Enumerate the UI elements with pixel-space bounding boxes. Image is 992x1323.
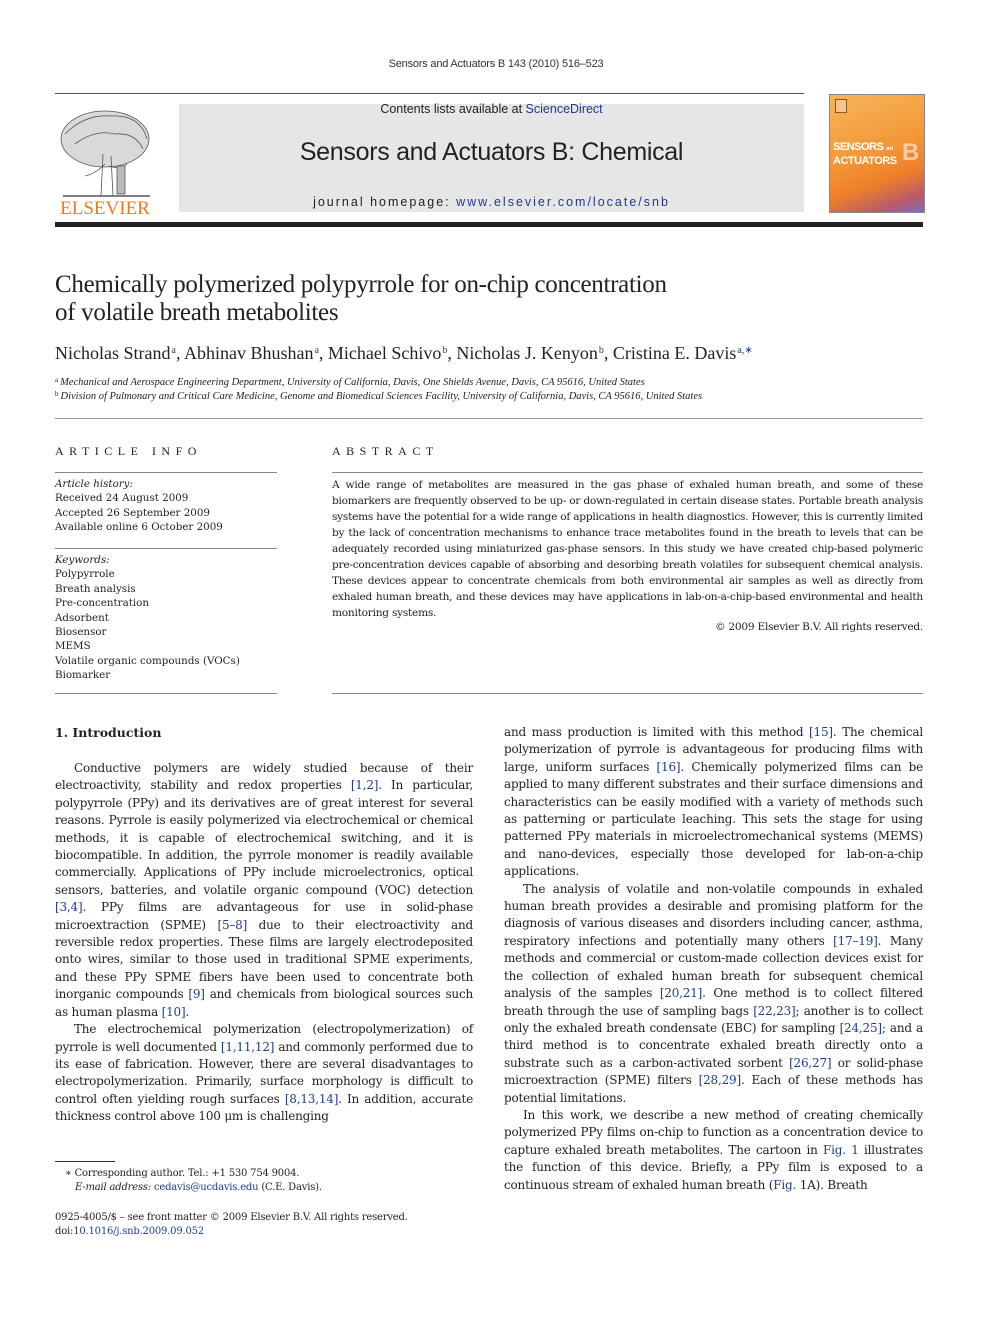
homepage-link[interactable]: www.elsevier.com/locate/snb: [456, 195, 670, 209]
body-text: and mass production is limited with this…: [504, 725, 810, 739]
citation-link[interactable]: Fig. 1: [823, 1143, 859, 1157]
sciencedirect-link[interactable]: ScienceDirect: [526, 102, 603, 116]
keywords-label: Keywords:: [55, 554, 110, 566]
citation-link[interactable]: [20,21]: [660, 986, 703, 1000]
body-text: .: [185, 1004, 190, 1019]
body-paragraph: The analysis of volatile and non-volatil…: [504, 881, 923, 1107]
tree-icon: ELSEVIER: [60, 110, 150, 219]
contents-prefix: Contents lists available at: [380, 102, 526, 116]
journal-title: Sensors and Actuators B: Chemical: [299, 138, 684, 166]
author[interactable]: Nicholas Stranda: [55, 343, 176, 363]
author[interactable]: Michael Schivob: [328, 343, 447, 363]
history-accepted: Accepted 26 September 2009: [55, 506, 210, 519]
citation-link[interactable]: [10]: [162, 1005, 186, 1019]
author[interactable]: Nicholas J. Kenyonb: [456, 343, 603, 363]
divider: [332, 693, 923, 694]
abstract-heading: ABSTRACT: [332, 444, 439, 458]
body-paragraph: The electrochemical polymerization (elec…: [55, 1021, 473, 1125]
citation-link[interactable]: [26,27]: [789, 1056, 832, 1070]
keyword: Pre-concentration: [55, 597, 149, 610]
citation-link[interactable]: [9]: [188, 987, 205, 1001]
article-history: Article history: Received 24 August 2009…: [55, 477, 277, 535]
history-label: Article history:: [55, 478, 133, 490]
divider: [55, 693, 277, 694]
keyword: Polypyrrole: [55, 568, 115, 581]
affiliation-b: b Division of Pulmonary and Critical Care…: [55, 390, 703, 402]
section-heading-introduction: 1. Introduction: [55, 725, 162, 740]
citation-link[interactable]: [3,4]: [55, 900, 83, 914]
front-matter-note: 0925-4005/$ – see front matter © 2009 El…: [55, 1212, 408, 1223]
keyword: Biosensor: [55, 626, 107, 639]
citation-link[interactable]: [28,29]: [699, 1073, 742, 1087]
publisher-mini-logo-icon: [835, 99, 847, 113]
corresponding-author-note: ∗ Corresponding author. Tel.: +1 530 754…: [65, 1168, 300, 1179]
keyword: Breath analysis: [55, 582, 136, 595]
history-received: Received 24 August 2009: [55, 492, 189, 505]
citation-link[interactable]: [15]: [809, 725, 833, 739]
footnote-rule: [55, 1161, 115, 1162]
elsevier-wordmark: ELSEVIER: [60, 198, 150, 216]
running-head: Sensors and Actuators B 143 (2010) 516–5…: [388, 58, 604, 70]
keyword: Biomarker: [55, 669, 111, 682]
body-column-left: Conductive polymers are widely studied b…: [55, 760, 473, 1126]
abstract-text: A wide range of metabolites are measured…: [332, 479, 923, 619]
citation-link[interactable]: [1,2]: [351, 778, 379, 792]
author-list: Nicholas Stranda, Abhinav Bhushana, Mich…: [55, 343, 753, 363]
divider: [55, 472, 277, 473]
keyword: Adsorbent: [55, 611, 109, 624]
body-paragraph: Conductive polymers are widely studied b…: [55, 760, 473, 1021]
keyword: MEMS: [55, 640, 91, 653]
body-text: 1A). Breath: [796, 1177, 868, 1192]
citation-link[interactable]: [24,25]: [840, 1021, 883, 1035]
email-note: E-mail address: cedavis@ucdavis.edu (C.E…: [55, 1182, 505, 1193]
affiliation-a: a Mechanical and Aerospace Engineering De…: [55, 376, 645, 388]
keywords: Keywords: Polypyrrole Breath analysis Pr…: [55, 553, 277, 683]
divider: [332, 472, 923, 473]
author[interactable]: Cristina E. Davisa,∗: [613, 343, 753, 363]
body-column-right: and mass production is limited with this…: [504, 724, 923, 1194]
header-thick-rule: [55, 222, 923, 227]
body-paragraph: and mass production is limited with this…: [504, 724, 923, 881]
journal-homepage: journal homepage: www.elsevier.com/locat…: [179, 195, 804, 209]
body-text: . Chemically polymerized films can be ap…: [504, 759, 923, 879]
doi-prefix: doi:: [55, 1226, 74, 1237]
header-rule: [55, 93, 804, 94]
keyword: Volatile organic compounds (VOCs): [55, 654, 240, 667]
article-title: Chemically polymerized polypyrrole for o…: [55, 271, 667, 326]
abstract-copyright: © 2009 Elsevier B.V. All rights reserved…: [714, 621, 923, 633]
email-link[interactable]: cedavis@ucdavis.edu: [154, 1182, 259, 1193]
citation-link[interactable]: [8,13,14]: [285, 1092, 339, 1106]
citation-link[interactable]: Fig.: [773, 1178, 796, 1192]
body-paragraph: In this work, we describe a new method o…: [504, 1107, 923, 1194]
body-text: . In particular, polypyrrole (PPy) and i…: [55, 778, 473, 897]
doi-link[interactable]: 10.1016/j.snb.2009.09.052: [73, 1226, 204, 1237]
cover-letter: B: [902, 139, 920, 166]
email-suffix: (C.E. Davis).: [258, 1182, 322, 1193]
journal-cover-thumbnail[interactable]: SENSORS and ACTUATORS B: [829, 94, 925, 213]
citation-link[interactable]: [5–8]: [217, 918, 247, 932]
citation-link[interactable]: [16]: [657, 760, 681, 774]
cover-title: SENSORS and ACTUATORS: [833, 141, 897, 167]
divider: [55, 418, 923, 419]
author[interactable]: Abhinav Bhushana: [184, 343, 319, 363]
history-online: Available online 6 October 2009: [55, 521, 223, 534]
elsevier-logo[interactable]: ELSEVIER: [55, 104, 155, 219]
email-label: E-mail address:: [75, 1182, 154, 1193]
doi-note: doi:10.1016/j.snb.2009.09.052: [55, 1226, 485, 1237]
citation-link[interactable]: [22,23]: [753, 1004, 796, 1018]
citation-link[interactable]: [17–19]: [833, 934, 878, 948]
divider: [55, 548, 277, 549]
citation-link[interactable]: [1,11,12]: [221, 1040, 275, 1054]
contents-line: Contents lists available at ScienceDirec…: [179, 102, 804, 116]
article-info-heading: ARTICLE INFO: [55, 444, 202, 458]
homepage-prefix: journal homepage:: [313, 195, 457, 209]
